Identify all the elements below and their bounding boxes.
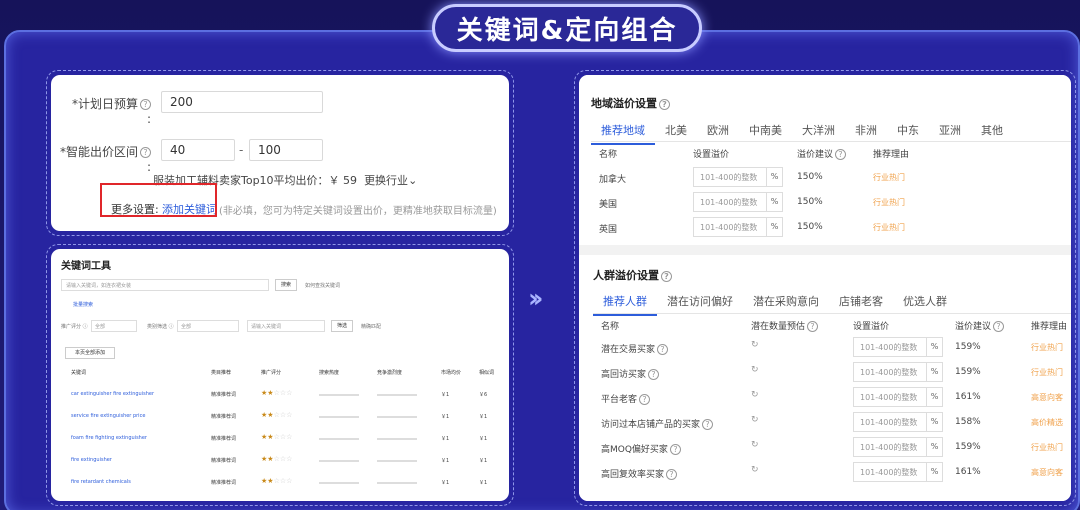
filter-score-label: 推广评分 ⓘ (61, 324, 88, 330)
crowd-name: 高MOQ偏好买家? (601, 442, 681, 455)
exact-match-checkbox[interactable]: 精确匹配 (361, 323, 381, 330)
bid-range-label: *智能出价区间?: (59, 145, 151, 174)
crowd-name: 平台老客? (601, 392, 651, 405)
rating-stars: ★★☆☆☆ (261, 477, 293, 485)
percent-unit: % (767, 192, 783, 212)
heat-bar (319, 482, 359, 484)
question-icon[interactable]: ? (702, 419, 714, 430)
question-icon[interactable]: ? (835, 149, 847, 160)
question-icon[interactable]: ? (140, 99, 151, 110)
loading-icon: ↻ (751, 340, 759, 350)
daily-budget-input[interactable]: 200 (161, 91, 323, 113)
double-chevron-right-icon: ›› (528, 284, 544, 314)
add-all-button[interactable]: 本页全部添加 (65, 347, 115, 359)
question-icon[interactable]: ? (807, 321, 819, 332)
percent-unit: % (927, 462, 943, 482)
question-icon[interactable]: ? (639, 394, 651, 405)
crowd-name: 潜在交易买家? (601, 342, 669, 355)
keyword-tool-card: 关键词工具 请输入关键词，如连衣裙女装 搜索 如何查找关键词 批量搜索 推广评分… (51, 249, 509, 501)
add-keyword-hint: (非必填，您可为特定关键词设置出价，更精准地获取目标流量) (219, 206, 497, 217)
question-icon[interactable]: ? (669, 444, 681, 455)
loading-icon: ↻ (751, 415, 759, 425)
percent-unit: % (927, 362, 943, 382)
question-icon[interactable]: ? (661, 270, 672, 282)
keyword-tool-title: 关键词工具 (61, 261, 111, 272)
crowd-name: 高回访买家? (601, 367, 660, 380)
rating-stars: ★★☆☆☆ (261, 389, 293, 397)
competition-bar (377, 416, 417, 418)
percent-unit: % (927, 412, 943, 432)
premium-input[interactable]: 101-400的整数 (853, 362, 927, 382)
heat-bar (319, 438, 359, 440)
region-title: 地域溢价设置? (591, 95, 670, 111)
crowd-title: 人群溢价设置? (593, 267, 672, 283)
percent-unit: % (927, 337, 943, 357)
suggest-header: 溢价建议? (797, 147, 847, 160)
filter-score-select[interactable]: 全部 (91, 320, 137, 332)
filter-button[interactable]: 筛选 (331, 320, 353, 332)
percent-unit: % (927, 387, 943, 407)
premium-input[interactable]: 101-400的整数 (693, 167, 767, 187)
heat-bar (319, 394, 359, 396)
heat-bar (319, 416, 359, 418)
crowd-section: 人群溢价设置? 推荐人群 潜在访问偏好 潜在采购意向 店铺老客 优选人群 名称 … (579, 255, 1071, 501)
heat-bar (319, 460, 359, 462)
question-icon[interactable]: ? (666, 469, 678, 480)
premium-input[interactable]: 101-400的整数 (853, 412, 927, 432)
keyword-tool-panel: 关键词工具 请输入关键词，如连衣裙女装 搜索 如何查找关键词 批量搜索 推广评分… (46, 244, 514, 506)
filter-category-select[interactable]: 全部 (177, 320, 239, 332)
filter-keyword-input[interactable]: 请输入关键词 (247, 320, 325, 332)
loading-icon: ↻ (751, 440, 759, 450)
loading-icon: ↻ (751, 465, 759, 475)
question-icon[interactable]: ? (993, 321, 1005, 332)
crowd-name: 访问过本店铺产品的买家? (601, 417, 714, 430)
rating-stars: ★★☆☆☆ (261, 455, 293, 463)
bid-min-input[interactable]: 40 (161, 139, 235, 161)
question-icon[interactable]: ? (648, 369, 660, 380)
rating-stars: ★★☆☆☆ (261, 433, 293, 441)
change-industry-link[interactable]: 更换行业⌄ (364, 174, 417, 187)
estimate-header: 潜在数量预估? (751, 319, 819, 332)
question-icon[interactable]: ? (657, 344, 669, 355)
question-icon[interactable]: ? (659, 98, 670, 110)
competition-bar (377, 482, 417, 484)
region-section: 地域溢价设置? 推荐地域 北美 欧洲 中南美 大洋洲 非洲 中东 亚洲 其他 名… (579, 75, 1071, 245)
question-icon[interactable]: ? (140, 147, 151, 158)
chevron-down-icon: ⌄ (408, 174, 418, 187)
crowd-name: 高回复效率买家? (601, 467, 678, 480)
premium-input[interactable]: 101-400的整数 (853, 462, 927, 482)
bid-max-input[interactable]: 100 (249, 139, 323, 161)
suggest-header: 溢价建议? (955, 319, 1005, 332)
competition-bar (377, 394, 417, 396)
percent-unit: % (767, 167, 783, 187)
premium-input[interactable]: 101-400的整数 (693, 192, 767, 212)
divider (591, 141, 1071, 142)
loading-icon: ↻ (751, 365, 759, 375)
filter-category-label: 类别筛选 ⓘ (147, 324, 174, 330)
percent-unit: % (927, 437, 943, 457)
search-hint: 如何查找关键词 (305, 283, 341, 289)
targeting-card: 地域溢价设置? 推荐地域 北美 欧洲 中南美 大洋洲 非洲 中东 亚洲 其他 名… (579, 75, 1071, 501)
keyword-search-button[interactable]: 搜索 (275, 279, 297, 291)
competition-bar (377, 438, 417, 440)
premium-input[interactable]: 101-400的整数 (853, 437, 927, 457)
page-title: 关键词&定向组合 (432, 4, 702, 52)
loading-icon: ↻ (751, 390, 759, 400)
percent-unit: % (767, 217, 783, 237)
keyword-search-input[interactable]: 请输入关键词，如连衣裙女装 (61, 279, 269, 291)
rating-stars: ★★☆☆☆ (261, 411, 293, 419)
divider (593, 313, 1071, 314)
premium-input[interactable]: 101-400的整数 (853, 337, 927, 357)
range-separator: - (239, 143, 244, 157)
daily-budget-label: *计划日预算?: (71, 97, 151, 126)
competition-bar (377, 460, 417, 462)
highlight-box (100, 183, 217, 217)
targeting-panel: 地域溢价设置? 推荐地域 北美 欧洲 中南美 大洋洲 非洲 中东 亚洲 其他 名… (574, 70, 1076, 506)
premium-input[interactable]: 101-400的整数 (693, 217, 767, 237)
batch-search-link[interactable]: 批量搜索 (73, 301, 93, 308)
premium-input[interactable]: 101-400的整数 (853, 387, 927, 407)
